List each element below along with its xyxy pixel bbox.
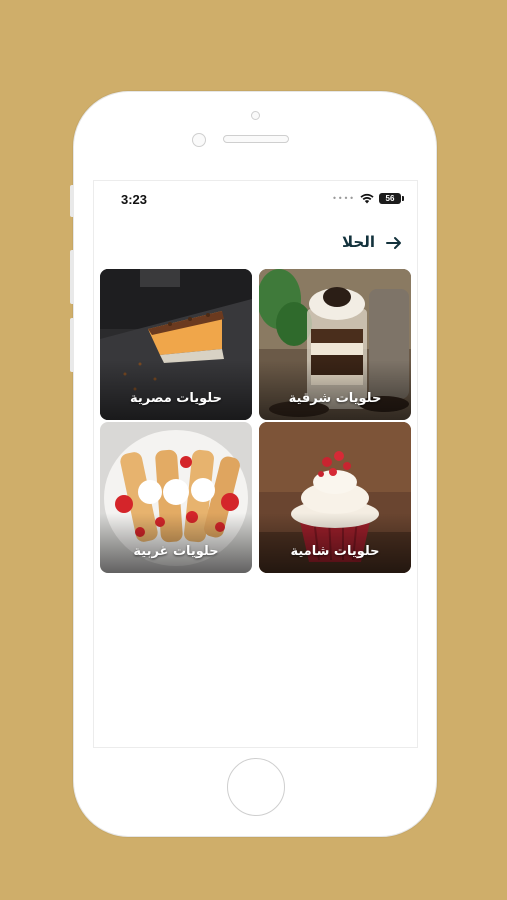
card-shade — [100, 513, 252, 573]
home-button[interactable] — [227, 758, 285, 816]
status-time: 3:23 — [121, 192, 148, 207]
mute-switch — [70, 185, 74, 217]
phone-frame: 3:23 •••• 56 الحلا حلويات مصرية حلويات ش… — [70, 91, 437, 837]
category-card-egyptian[interactable]: حلويات مصرية — [100, 269, 252, 420]
page-header: الحلا — [94, 233, 417, 257]
arrow-right-icon[interactable] — [385, 233, 403, 253]
volume-down-button — [70, 318, 74, 372]
earpiece-speaker — [223, 135, 289, 143]
signal-icon: •••• — [332, 194, 355, 203]
category-grid: حلويات مصرية حلويات شرقية حلويات غربية ح… — [100, 269, 412, 573]
category-label: حلويات شامية — [290, 544, 380, 559]
category-label: حلويات مصرية — [130, 391, 222, 406]
front-camera — [251, 111, 260, 120]
proximity-sensor — [192, 133, 206, 147]
status-bar: 3:23 •••• 56 — [94, 181, 417, 217]
page-title: الحلا — [342, 233, 375, 251]
app-screen: 3:23 •••• 56 الحلا حلويات مصرية حلويات ش… — [93, 180, 418, 748]
wifi-icon — [360, 193, 374, 204]
card-shade — [259, 513, 411, 573]
category-card-western[interactable]: حلويات غربية — [100, 422, 252, 573]
volume-up-button — [70, 250, 74, 304]
card-shade — [100, 360, 252, 420]
card-shade — [259, 360, 411, 420]
category-label: حلويات شرقية — [288, 391, 382, 406]
category-card-levantine[interactable]: حلويات شامية — [259, 422, 411, 573]
category-card-oriental[interactable]: حلويات شرقية — [259, 269, 411, 420]
status-icons: •••• 56 — [332, 193, 404, 204]
category-label: حلويات غربية — [133, 544, 219, 559]
battery-icon: 56 — [379, 193, 404, 204]
